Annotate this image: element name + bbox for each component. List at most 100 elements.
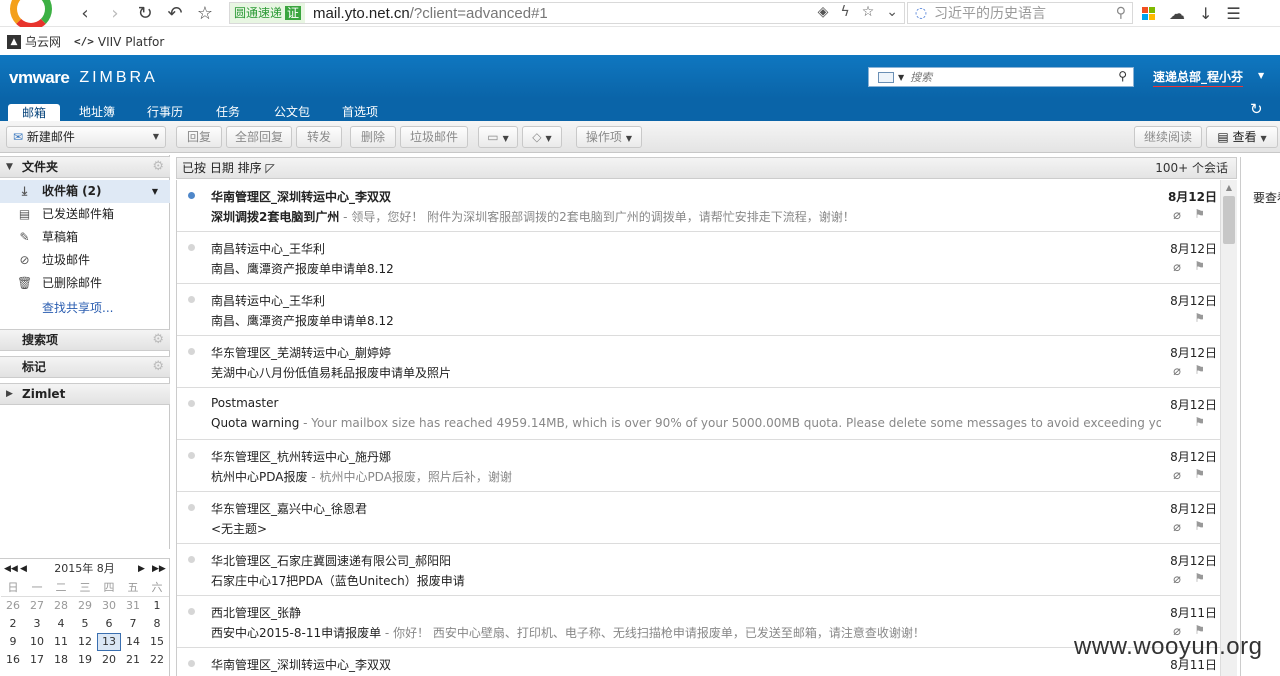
- calendar-day[interactable]: 31: [121, 597, 145, 615]
- tags-header[interactable]: 标记 ⚙: [0, 356, 170, 378]
- address-bar[interactable]: 圆通速递证 mail.yto.net.cn/?client=advanced#1…: [229, 2, 905, 24]
- prev-year-icon[interactable]: ◀◀: [4, 559, 18, 579]
- new-mail-button[interactable]: ✉ 新建邮件 ▼: [6, 126, 166, 148]
- flag-icon[interactable]: ⚑: [1194, 363, 1205, 377]
- delete-button[interactable]: 删除: [350, 126, 396, 148]
- calendar-day[interactable]: 14: [121, 633, 145, 651]
- user-name[interactable]: 速递总部_程小芬: [1153, 68, 1244, 87]
- sort-label[interactable]: 已按 日期 排序 ◸: [182, 158, 275, 178]
- mail-search-field[interactable]: ▼ ⚲: [868, 67, 1134, 87]
- folder-junk[interactable]: ⊘ 垃圾邮件: [0, 249, 170, 272]
- tab-tasks[interactable]: 任务: [208, 103, 248, 121]
- tab-mail[interactable]: 邮箱: [8, 104, 60, 121]
- searches-header[interactable]: 搜索项 ⚙: [0, 329, 170, 351]
- expand-icon[interactable]: ▶: [6, 384, 13, 404]
- actions-button[interactable]: 操作项 ▼: [576, 126, 642, 148]
- browser-logo-icon[interactable]: [0, 0, 58, 27]
- flag-icon[interactable]: ⚑: [1194, 467, 1205, 481]
- read-status-icon[interactable]: [188, 556, 195, 563]
- calendar-day[interactable]: 2: [1, 615, 25, 633]
- message-list-scrollbar[interactable]: ▲: [1220, 180, 1237, 676]
- tab-preferences[interactable]: 首选项: [334, 103, 386, 121]
- bookmark-wooyun[interactable]: ▲ 乌云网: [7, 33, 61, 50]
- calendar-day[interactable]: 18: [49, 651, 73, 669]
- calendar-day[interactable]: 8: [145, 615, 169, 633]
- flag-icon[interactable]: ⚑: [1194, 311, 1205, 325]
- read-status-icon[interactable]: [188, 348, 195, 355]
- calendar-day[interactable]: 5: [73, 615, 97, 633]
- calendar-day[interactable]: 1: [145, 597, 169, 615]
- zimlet-header[interactable]: ▶ Zimlet: [0, 383, 170, 405]
- tab-calendar[interactable]: 行事历: [140, 103, 190, 121]
- flag-icon[interactable]: ⚑: [1194, 207, 1205, 221]
- calendar-day[interactable]: 21: [121, 651, 145, 669]
- message-row[interactable]: 南昌转运中心_王华利 南昌、鹰潭资产报废单申请单8.12 8月12日 ⌀ ⚑: [177, 232, 1220, 284]
- reload-icon[interactable]: ↻: [130, 0, 160, 27]
- chevron-down-icon[interactable]: ▼: [153, 127, 159, 147]
- message-row[interactable]: 西北管理区_张静 西安中心2015-8-11申请报废单 - 你好！ 西安中心壁扇、…: [177, 596, 1220, 648]
- move-button[interactable]: ▭ ▼: [478, 126, 518, 148]
- message-row[interactable]: Postmaster Quota warning - Your mailbox s…: [177, 388, 1220, 440]
- speed-icon[interactable]: ϟ: [840, 4, 849, 20]
- gear-icon[interactable]: ⚙: [152, 357, 164, 377]
- flag-icon[interactable]: ⚑: [1194, 571, 1205, 585]
- mail-search-input[interactable]: [910, 70, 1101, 84]
- reply-button[interactable]: 回复: [176, 126, 222, 148]
- tab-addressbook[interactable]: 地址簿: [72, 103, 122, 121]
- flag-icon[interactable]: ⚑: [1194, 519, 1205, 533]
- message-row[interactable]: 华东管理区_嘉兴中心_徐恩君 <无主题> 8月12日 ⌀ ⚑: [177, 492, 1220, 544]
- calendar-day[interactable]: 3: [25, 615, 49, 633]
- read-status-icon[interactable]: [188, 400, 195, 407]
- sort-direction-icon[interactable]: ◸: [265, 161, 274, 175]
- gear-icon[interactable]: ⚙: [152, 330, 164, 350]
- apps-icon[interactable]: [1142, 7, 1155, 20]
- calendar-day[interactable]: 10: [25, 633, 49, 651]
- message-row[interactable]: 华东管理区_杭州转运中心_施丹娜 杭州中心PDA报废 - 杭州中心PDA报废，照片…: [177, 440, 1220, 492]
- message-row[interactable]: 华北管理区_石家庄冀圆速递有限公司_郝阳阳 石家庄中心17把PDA（蓝色Unite…: [177, 544, 1220, 596]
- read-status-icon[interactable]: [188, 296, 195, 303]
- message-row[interactable]: 南昌转运中心_王华利 南昌、鹰潭资产报废单申请单8.12 8月12日 ⚑: [177, 284, 1220, 336]
- collapse-icon[interactable]: ▼: [6, 157, 13, 177]
- calendar-day[interactable]: 6: [97, 615, 121, 633]
- cloud-icon[interactable]: ☁: [1169, 4, 1185, 23]
- undo-icon[interactable]: ↶: [160, 0, 190, 27]
- scrollbar-thumb[interactable]: [1223, 196, 1235, 244]
- calendar-day[interactable]: 15: [145, 633, 169, 651]
- reply-all-button[interactable]: 全部回复: [226, 126, 292, 148]
- read-status-icon[interactable]: [188, 504, 195, 511]
- calendar-day[interactable]: 26: [1, 597, 25, 615]
- calendar-day[interactable]: 20: [97, 651, 121, 669]
- tag-button[interactable]: ◇ ▼: [522, 126, 562, 148]
- back-icon[interactable]: ‹: [70, 0, 100, 27]
- tab-briefcase[interactable]: 公文包: [266, 103, 318, 121]
- folder-inbox[interactable]: ⤓ 收件箱 (2) ▼: [0, 180, 170, 203]
- view-button[interactable]: ▤ 查看 ▼: [1206, 126, 1278, 148]
- favorite-icon[interactable]: ☆: [862, 4, 875, 20]
- folder-sent[interactable]: ▤ 已发送邮件箱: [0, 203, 170, 226]
- calendar-day[interactable]: 22: [145, 651, 169, 669]
- calendar-day[interactable]: 28: [49, 597, 73, 615]
- read-status-icon[interactable]: [188, 660, 195, 667]
- download-icon[interactable]: ↓: [1199, 4, 1212, 23]
- calendar-day[interactable]: 11: [49, 633, 73, 651]
- calendar-day[interactable]: 19: [73, 651, 97, 669]
- calendar-day[interactable]: 17: [25, 651, 49, 669]
- calendar-day[interactable]: 12: [73, 633, 97, 651]
- read-status-icon[interactable]: [188, 452, 195, 459]
- calendar-day[interactable]: 4: [49, 615, 73, 633]
- prev-month-icon[interactable]: ◀: [20, 559, 27, 579]
- junk-button[interactable]: 垃圾邮件: [400, 126, 468, 148]
- url-text[interactable]: mail.yto.net.cn/?client=advanced#1: [313, 5, 548, 22]
- user-menu-dropdown-icon[interactable]: ▼: [1258, 71, 1264, 80]
- scroll-up-icon[interactable]: ▲: [1221, 180, 1237, 196]
- calendar-day[interactable]: 7: [121, 615, 145, 633]
- next-month-icon[interactable]: ▶: [138, 559, 145, 579]
- message-row[interactable]: 华南管理区_深圳转运中心_李双双8月11日⚑: [177, 648, 1220, 676]
- calendar-today[interactable]: 13: [97, 633, 121, 651]
- menu-icon[interactable]: ☰: [1226, 4, 1240, 23]
- forward-icon[interactable]: ›: [100, 0, 130, 27]
- chevron-down-icon[interactable]: ▼: [152, 180, 158, 203]
- gear-icon[interactable]: ⚙: [152, 157, 164, 177]
- read-status-icon[interactable]: [188, 192, 195, 199]
- bookmark-viiv[interactable]: </> VIIV Platfor: [74, 35, 164, 49]
